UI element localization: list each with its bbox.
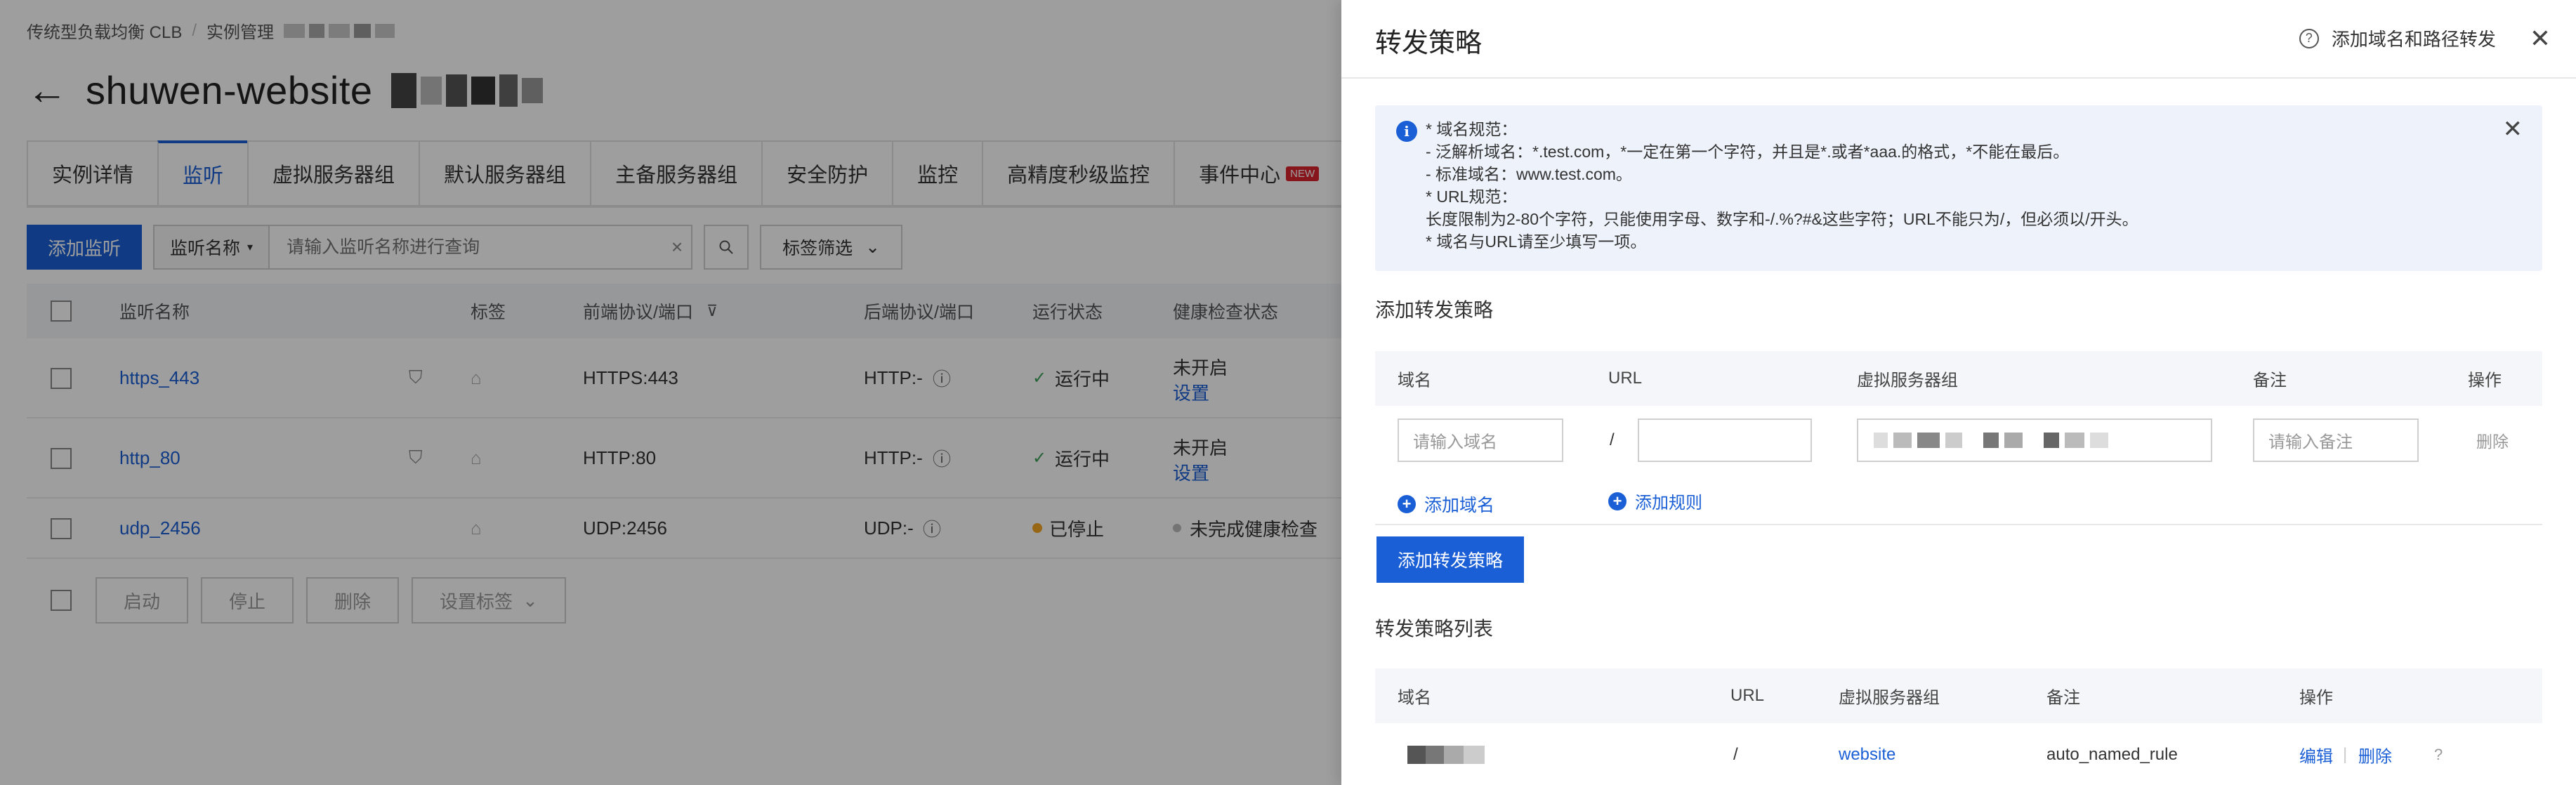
drawer-title: 转发策略 — [1375, 29, 1483, 58]
redacted-domain — [1407, 746, 1485, 764]
form-header: 域名 URL 虚拟服务器组 备注 操作 — [1375, 351, 2542, 406]
info-icon: i — [1396, 121, 1417, 142]
delete-link[interactable]: 删除 — [2358, 743, 2392, 767]
col-url: URL — [1608, 369, 1643, 388]
notice-text: * 域名规范： - 泛解析域名：*.test.com，*一定在第一个字符，并且是*… — [1426, 120, 2138, 251]
policy-list-table: 域名 URL 虚拟服务器组 备注 操作 / website auto_named… — [1375, 668, 2542, 785]
modal-overlay[interactable] — [0, 0, 1341, 785]
domain-input[interactable]: 请输入域名 — [1398, 418, 1563, 462]
server-group-select[interactable] — [1857, 418, 2212, 462]
col-server-group: 虚拟服务器组 — [1839, 688, 1940, 708]
add-policy-section-title: 添加转发策略 — [1375, 299, 1494, 321]
url-input[interactable] — [1638, 418, 1812, 462]
policy-url: / — [1733, 745, 1738, 764]
action-separator: | — [2343, 745, 2348, 764]
server-group-link[interactable]: website — [1839, 745, 1895, 765]
help-link[interactable]: 添加域名和路径转发 — [2332, 25, 2496, 51]
help-icon[interactable]: ? — [2434, 746, 2443, 764]
col-remark: 备注 — [2046, 688, 2080, 708]
drawer-header: 转发策略 ? 添加域名和路径转发 ✕ — [1341, 0, 2576, 79]
form-divider — [1375, 524, 2542, 525]
col-server-group: 虚拟服务器组 — [1857, 371, 1958, 390]
row-delete-link[interactable]: 删除 — [2476, 428, 2509, 452]
close-icon[interactable]: ✕ — [2530, 25, 2551, 51]
list-header: 域名 URL 虚拟服务器组 备注 操作 — [1375, 668, 2542, 723]
drawer-header-actions: ? 添加域名和路径转发 ✕ — [2299, 25, 2551, 51]
add-policy-form: 域名 URL 虚拟服务器组 备注 操作 请输入域名 / 请输入备注 删除 — [1375, 351, 2542, 475]
policy-list-section-title: 转发策略列表 — [1375, 618, 1494, 640]
add-rule-link[interactable]: + 添加规则 — [1608, 489, 1702, 513]
col-actions: 操作 — [2299, 688, 2333, 708]
form-row: 请输入域名 / 请输入备注 删除 — [1375, 406, 2542, 475]
url-prefix: / — [1610, 430, 1615, 449]
add-domain-link[interactable]: + 添加域名 — [1398, 492, 1494, 517]
notice-close-icon[interactable]: ✕ — [2503, 115, 2523, 143]
col-actions: 操作 — [2468, 371, 2502, 390]
forwarding-policy-drawer: 转发策略 ? 添加域名和路径转发 ✕ i * 域名规范： - 泛解析域名：*.te… — [1341, 0, 2576, 785]
remark-input[interactable]: 请输入备注 — [2253, 418, 2419, 462]
add-policy-button[interactable]: 添加转发策略 — [1376, 536, 1525, 583]
help-icon: ? — [2299, 28, 2319, 48]
col-domain: 域名 — [1398, 688, 1431, 708]
plus-icon: + — [1608, 492, 1627, 510]
edit-link[interactable]: 编辑 — [2299, 743, 2333, 767]
col-url: URL — [1730, 686, 1765, 705]
rules-notice: i * 域名规范： - 泛解析域名：*.test.com，*一定在第一个字符，并且… — [1375, 105, 2542, 271]
table-row: / website auto_named_rule 编辑 | 删除 ? — [1375, 723, 2542, 785]
plus-icon: + — [1398, 495, 1416, 513]
policy-remark: auto_named_rule — [2046, 745, 2178, 764]
col-remark: 备注 — [2253, 371, 2287, 390]
col-domain: 域名 — [1398, 371, 1431, 390]
